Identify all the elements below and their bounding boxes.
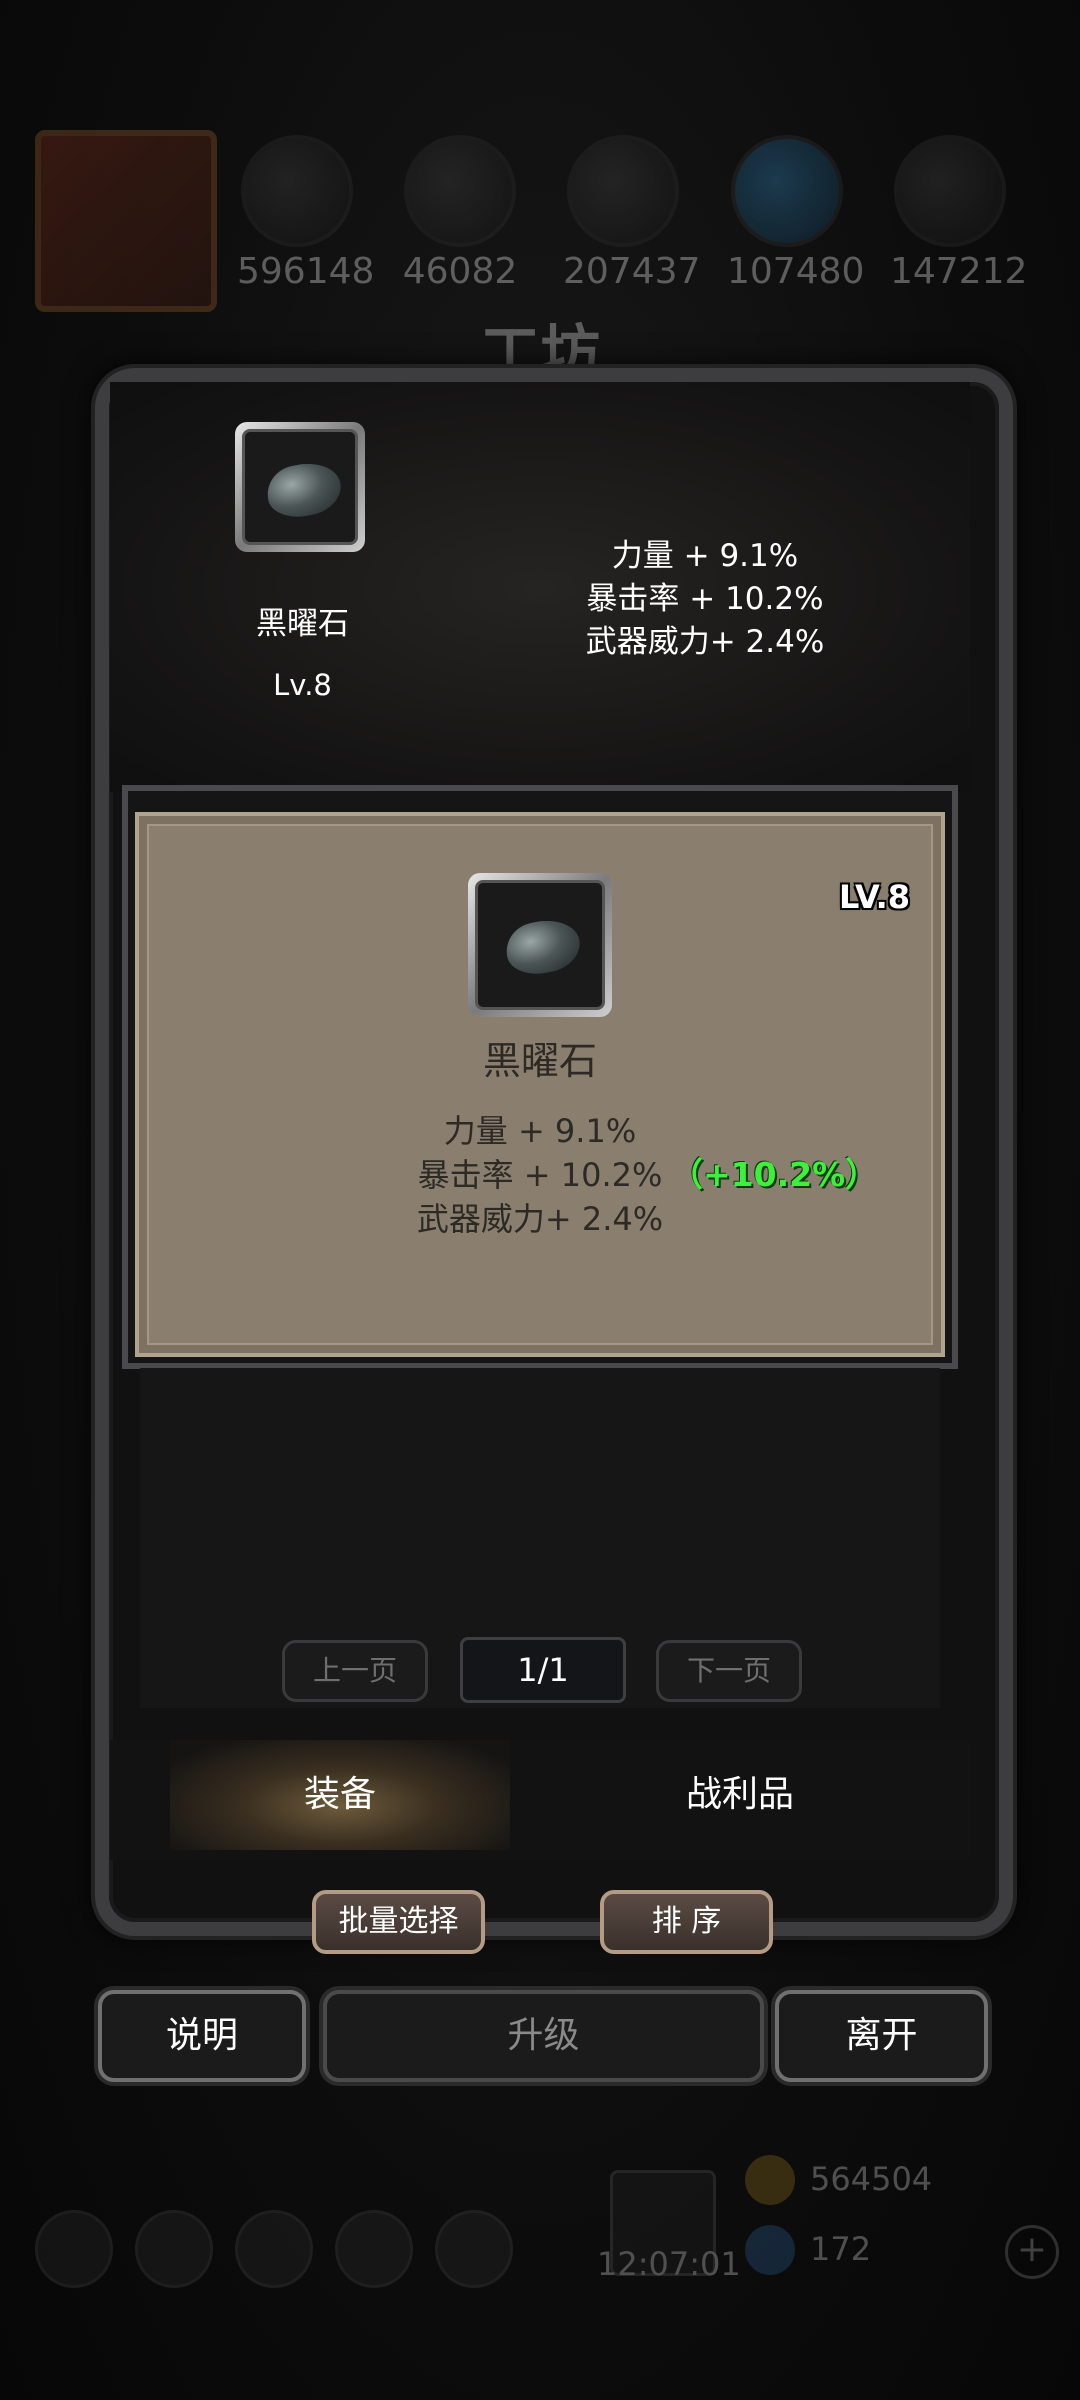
resource-value: 147212: [890, 251, 1028, 292]
gem-amount: 172: [810, 2230, 872, 2268]
gold-amount: 564504: [810, 2160, 933, 2198]
item-card-stat: 武器威力+ 2.4%: [416, 1200, 664, 1238]
portrait-icon: [35, 130, 217, 312]
selected-item-stat: 力量 + 9.1%: [611, 538, 799, 574]
item-card-name: 黑曜石: [482, 1039, 597, 1083]
resource-value: 46082: [402, 251, 518, 292]
add-icon: +: [1005, 2225, 1059, 2279]
item-card-stat: 暴击率 + 10.2%: [417, 1156, 663, 1194]
item-card-bonus: （+10.2%）: [670, 1155, 879, 1194]
help-button[interactable]: 说明: [98, 1990, 306, 2082]
resource-meat: 596148: [237, 135, 375, 292]
leave-button[interactable]: 离开: [775, 1990, 988, 2082]
menu-icon: [335, 2210, 413, 2288]
selected-item-slot[interactable]: [235, 422, 365, 552]
tab-bar: 装备 战利品: [110, 1740, 970, 1860]
menu-icon: [435, 2210, 513, 2288]
stone-icon: [567, 135, 679, 247]
upgrade-button[interactable]: 升级: [323, 1990, 764, 2082]
page-indicator: 1/1: [460, 1637, 626, 1703]
resource-bar: 596148 46082 207437 107480 147212: [0, 120, 1080, 312]
menu-icon: [135, 2210, 213, 2288]
gem-icon: [745, 2225, 795, 2275]
bottom-hud: 12:07:01 564504 172 +: [0, 2140, 1080, 2400]
selected-item-stat: 暴击率 + 10.2%: [586, 581, 824, 617]
menu-icon: [235, 2210, 313, 2288]
menu-icon: [35, 2210, 113, 2288]
resource-value: 207437: [563, 251, 701, 292]
water-icon: [731, 135, 843, 247]
batch-select-button[interactable]: 批量选择: [312, 1890, 485, 1954]
resource-value: 107480: [727, 251, 865, 292]
sort-button[interactable]: 排 序: [600, 1890, 773, 1954]
prev-page-button[interactable]: 上一页: [282, 1640, 428, 1702]
obsidian-icon: [262, 456, 346, 524]
gold-coin-icon: [745, 2155, 795, 2205]
resource-iron: 147212: [890, 135, 1028, 292]
item-card-stat: 力量 + 9.1%: [443, 1112, 637, 1150]
selected-item-name: 黑曜石: [256, 606, 349, 642]
tab-equipment[interactable]: 装备: [170, 1740, 510, 1850]
timer-text: 12:07:01: [597, 2245, 741, 2283]
selected-item-level: Lv.8: [273, 668, 332, 702]
next-page-button[interactable]: 下一页: [656, 1640, 802, 1702]
obsidian-icon: [501, 913, 585, 981]
resource-water: 107480: [727, 135, 865, 292]
meat-icon: [241, 135, 353, 247]
item-card-level-badge: LV.8: [838, 878, 910, 916]
selected-item-stat: 武器威力+ 2.4%: [585, 624, 825, 660]
tab-loot[interactable]: 战利品: [570, 1740, 910, 1850]
wood-icon: [404, 135, 516, 247]
resource-value: 596148: [237, 251, 375, 292]
iron-icon: [894, 135, 1006, 247]
resource-wood: 46082: [400, 135, 520, 292]
resource-stone: 207437: [563, 135, 701, 292]
item-card-slot: [468, 873, 612, 1017]
